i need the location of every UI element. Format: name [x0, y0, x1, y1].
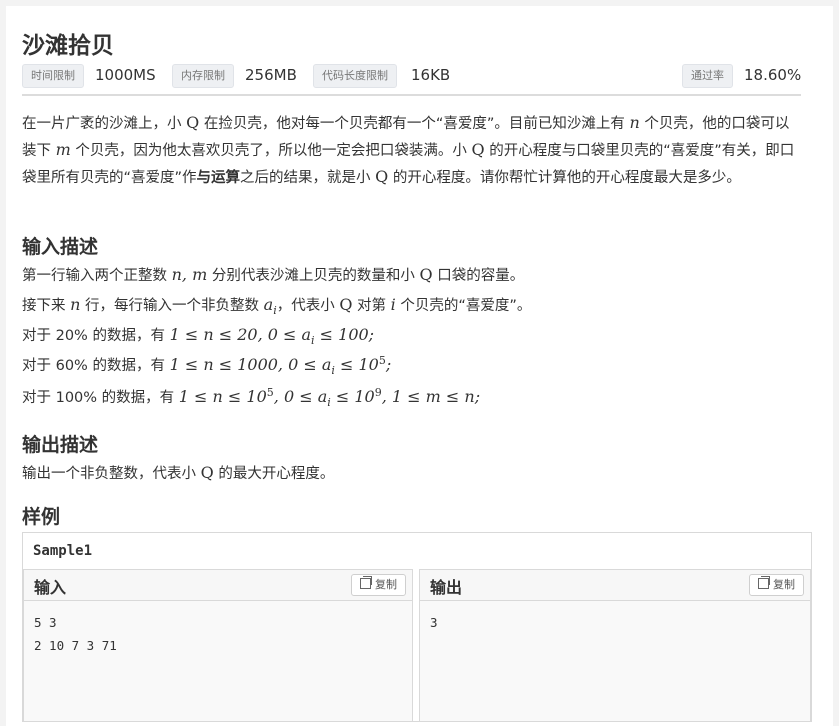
problem-meta-bar: 时间限制 1000MS 内存限制 256MB 代码长度限制 16KB 通过率 1…: [22, 64, 801, 96]
copy-input-button[interactable]: 复制: [351, 574, 406, 596]
memory-limit-value: 256MB: [245, 66, 297, 84]
sample-output-text[interactable]: 3: [420, 601, 810, 721]
input-constraint-100: 对于 100% 的数据，有 1 ≤ n ≤ 105, 0 ≤ ai ≤ 109,…: [22, 386, 481, 409]
code-length-value: 16KB: [411, 66, 451, 84]
sample-name: Sample1: [33, 543, 93, 559]
input-line-1: 第一行输入两个正整数 n, m 分别代表沙滩上贝壳的数量和小 Q 口袋的容量。: [22, 265, 525, 284]
sample-input-pane: 输入 复制 5 3 2 10 7 3 71: [23, 569, 413, 721]
problem-title: 沙滩拾贝: [22, 33, 114, 59]
output-line: 输出一个非负整数，代表小 Q 的最大开心程度。: [22, 463, 335, 482]
input-line-2: 接下来 n 行，每行输入一个非负整数 ai，代表小 Q 对第 i 个贝壳的“喜爱…: [22, 295, 532, 317]
sample-output-label: 输出: [430, 578, 463, 597]
time-limit-tag: 时间限制: [22, 64, 84, 88]
sample-box: Sample1 输入 复制 5 3 2 10 7 3 71 输出 复制 3: [22, 532, 812, 722]
output-heading: 输出描述: [22, 434, 99, 456]
sample-input-text[interactable]: 5 3 2 10 7 3 71: [24, 601, 412, 721]
memory-limit-tag: 内存限制: [172, 64, 234, 88]
pass-rate-value: 18.60%: [744, 66, 802, 84]
problem-card: 沙滩拾贝 时间限制 1000MS 内存限制 256MB 代码长度限制 16KB …: [6, 6, 833, 726]
sample-input-label: 输入: [34, 578, 67, 597]
copy-icon: [360, 576, 372, 589]
sample-output-pane: 输出 复制 3: [419, 569, 811, 721]
pass-rate-tag: 通过率: [682, 64, 733, 88]
input-constraint-60: 对于 60% 的数据，有 1 ≤ n ≤ 1000, 0 ≤ ai ≤ 105;: [22, 354, 392, 377]
copy-output-button[interactable]: 复制: [749, 574, 804, 596]
input-heading: 输入描述: [22, 236, 99, 258]
code-length-tag: 代码长度限制: [313, 64, 397, 88]
problem-description: 在一片广袤的沙滩上，小 Q 在捡贝壳，他对每一个贝壳都有一个“喜爱度”。目前已知…: [22, 113, 795, 186]
time-limit-value: 1000MS: [95, 66, 156, 84]
copy-icon: [758, 576, 770, 589]
input-constraint-20: 对于 20% 的数据，有 1 ≤ n ≤ 20, 0 ≤ ai ≤ 100;: [22, 325, 375, 347]
sample-heading: 样例: [22, 506, 61, 528]
